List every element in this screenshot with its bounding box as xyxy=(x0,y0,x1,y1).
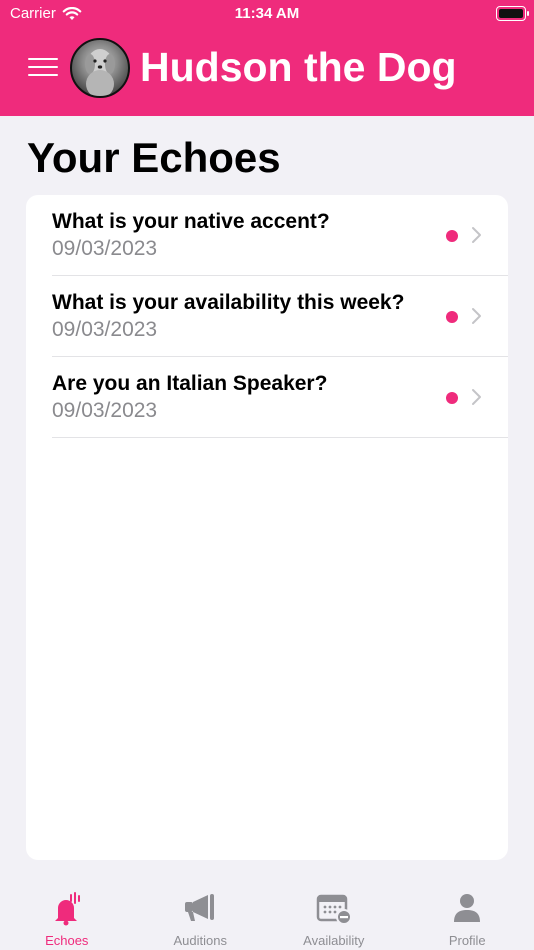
echo-question: What is your availability this week? xyxy=(52,291,405,314)
echo-date: 09/03/2023 xyxy=(52,237,158,260)
menu-button[interactable] xyxy=(28,58,58,78)
echo-date: 09/03/2023 xyxy=(52,399,158,422)
battery-icon xyxy=(496,6,529,21)
list-item[interactable]: Are you an Italian Speaker? 09/03/2023 xyxy=(52,357,508,438)
echoes-list: What is your native accent? 09/03/2023 W… xyxy=(26,195,508,860)
tab-availability[interactable]: Availability xyxy=(267,880,401,950)
chevron-right-icon xyxy=(472,308,481,324)
bell-sound-icon xyxy=(54,892,80,926)
header: Carrier 11:34 AM Hudson the Dog xyxy=(0,0,534,116)
list-item[interactable]: What is your availability this week? 09/… xyxy=(52,276,508,357)
unread-dot xyxy=(446,311,458,323)
tab-bar: Echoes Auditions Availability Profile xyxy=(0,880,534,950)
tab-label: Availability xyxy=(303,933,365,948)
status-bar: Carrier 11:34 AM xyxy=(0,0,534,28)
tab-auditions[interactable]: Auditions xyxy=(134,880,268,950)
tab-label: Auditions xyxy=(173,933,227,948)
nav-bar: Hudson the Dog xyxy=(0,36,534,100)
unread-dot xyxy=(446,392,458,404)
megaphone-icon xyxy=(185,894,215,921)
status-time: 11:34 AM xyxy=(234,5,300,22)
echo-date: 09/03/2023 xyxy=(52,318,158,341)
echo-question: Are you an Italian Speaker? xyxy=(52,372,328,395)
page-title: Your Echoes xyxy=(27,134,281,181)
person-icon xyxy=(454,894,481,922)
tab-label: Profile xyxy=(448,933,486,948)
unread-dot xyxy=(446,230,458,242)
tab-label: Echoes xyxy=(45,933,89,948)
tab-echoes[interactable]: Echoes xyxy=(0,880,134,950)
calendar-minus-icon xyxy=(316,894,352,925)
dog-photo xyxy=(85,49,115,96)
echoes-screen: Carrier 11:34 AM Hudson the Dog Your Ech… xyxy=(0,0,534,950)
list-item[interactable]: What is your native accent? 09/03/2023 xyxy=(52,195,508,276)
echo-question: What is your native accent? xyxy=(52,210,330,233)
profile-name: Hudson the Dog xyxy=(140,44,457,90)
avatar[interactable] xyxy=(70,38,130,98)
chevron-right-icon xyxy=(472,227,481,243)
chevron-right-icon xyxy=(472,389,481,405)
tab-profile[interactable]: Profile xyxy=(401,880,534,950)
